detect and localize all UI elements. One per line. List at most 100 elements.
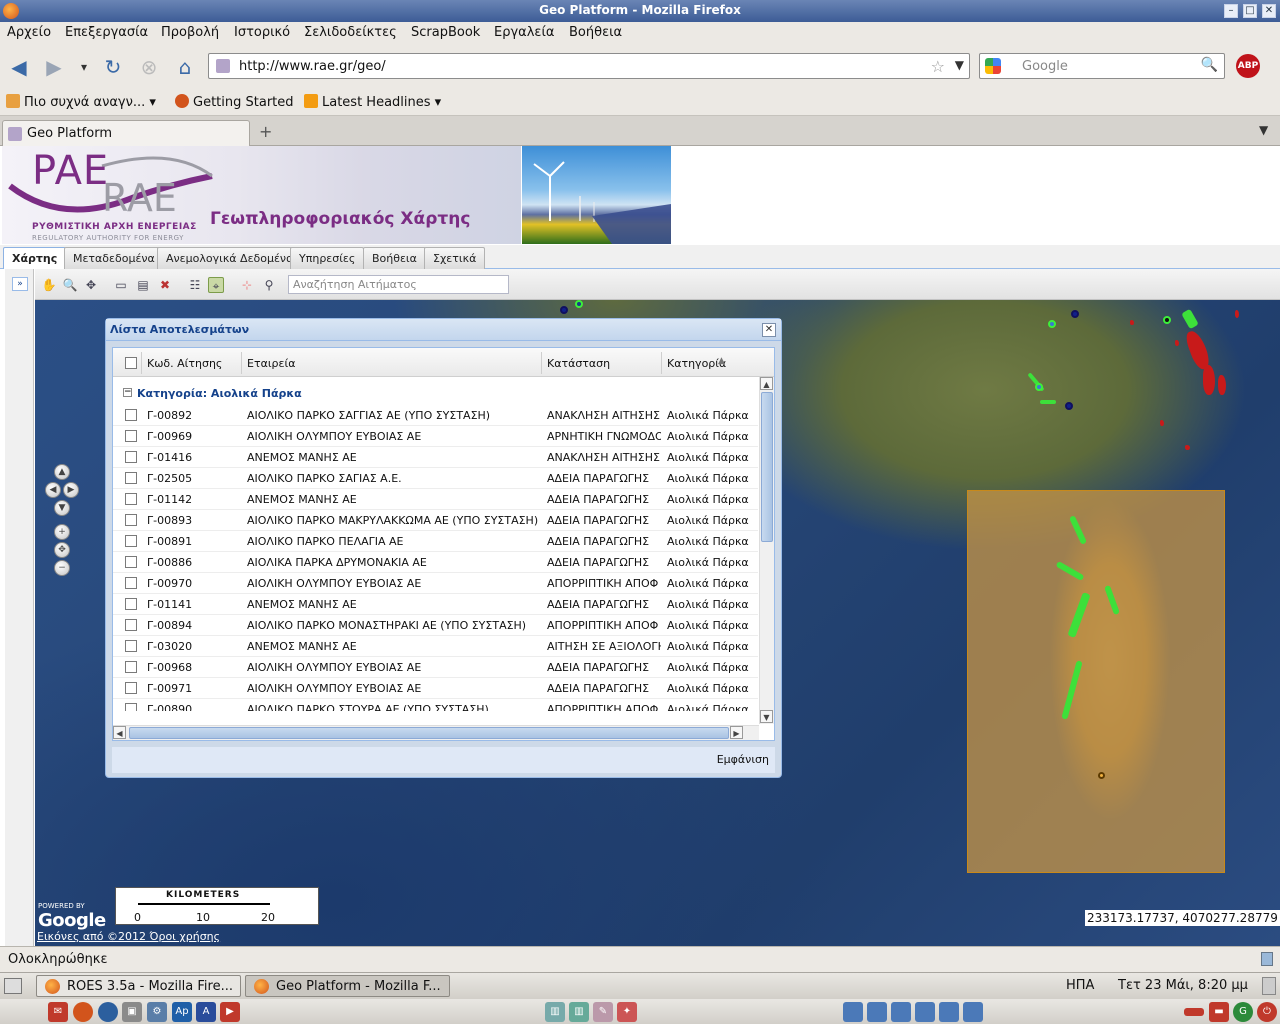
horizontal-scrollbar[interactable]: ◀ ▶ [113,725,759,740]
station-marker[interactable] [1065,402,1073,410]
keyboard-layout[interactable]: ΗΠΑ [1066,978,1094,993]
zoom-out-icon[interactable]: − [54,560,70,576]
task-geo-platform[interactable]: Geo Platform - Mozilla F... [245,975,450,997]
workspace-2-icon[interactable] [867,1002,887,1022]
permit-area-polygon[interactable] [1160,420,1164,426]
row-checkbox[interactable] [125,493,137,505]
group-row[interactable]: − Κατηγορία: Αιολικά Πάρκα [113,384,758,402]
table-row[interactable]: Γ-00886 ΑΙΟΛΙΚΑ ΠΑΡΚΑ ΔΡΥΜΟΝΑΚΙΑ ΑΕ ΑΔΕΙΑ … [113,552,758,573]
app-launcher-icon[interactable]: ▶ [220,1002,240,1022]
menu-edit[interactable]: Επεξεργασία [65,25,148,40]
clear-measure-icon[interactable]: ✖ [157,277,173,293]
tab-list-icon[interactable]: ▼ [1259,123,1268,137]
app-tab-wind-data[interactable]: Ανεμολογικά Δεδομένα [157,247,303,269]
table-row[interactable]: Γ-01141 ΑΝΕΜΟΣ ΜΑΝΗΣ ΑΕ ΑΔΕΙΑ ΠΑΡΑΓΩΓΗΣ Αιο… [113,594,758,615]
app-tab-help[interactable]: Βοήθεια [363,247,426,269]
terms-of-use-link[interactable]: Όροι χρήσης [150,930,221,943]
request-search-input[interactable]: Αναζήτηση Αιτήματος [288,275,509,294]
row-checkbox[interactable] [125,682,137,694]
bookmark-most-visited[interactable]: Πιο συχνά αναγν... ▾ [6,94,156,110]
stop-icon[interactable]: ⊗ [137,55,161,79]
measure-distance-icon[interactable]: ▭ [113,277,129,293]
table-row[interactable]: Γ-00893 ΑΙΟΛΙΚΟ ΠΑΡΚΟ ΜΑΚΡΥΛΑΚΚΩΜΑ ΑΕ (ΥΠ… [113,510,758,531]
row-checkbox[interactable] [125,535,137,547]
show-button[interactable]: Εμφάνιση [717,753,769,766]
select-all-checkbox[interactable] [125,357,137,369]
show-desktop-icon[interactable] [4,978,22,994]
app-launcher-icon[interactable]: ▣ [122,1002,142,1022]
workspace-4-icon[interactable] [915,1002,935,1022]
row-checkbox[interactable] [125,451,137,463]
permit-area-polygon[interactable] [1175,340,1179,346]
permit-area-polygon[interactable] [1235,310,1239,318]
table-row[interactable]: Γ-00970 ΑΙΟΛΙΚΗ ΟΛΥΜΠΟΥ ΕΥΒΟΙΑΣ ΑΕ ΑΠΟΡΡΙΠ… [113,573,758,594]
menu-bookmarks[interactable]: Σελιδοδείκτες [304,25,397,40]
ane-launcher-icon[interactable]: A [196,1002,216,1022]
zoom-box-icon[interactable]: 🔍 [62,277,78,293]
row-checkbox[interactable] [125,619,137,631]
expand-panel-icon[interactable]: » [12,277,28,291]
menu-file[interactable]: Αρχείο [7,25,51,40]
app-launcher-icon[interactable]: ▥ [569,1002,589,1022]
clock[interactable]: Τετ 23 Μάι, 8:20 μμ [1118,978,1248,993]
menu-view[interactable]: Προβολή [161,25,219,40]
query-icon[interactable]: ⚲ [261,277,277,293]
scroll-right-icon[interactable]: ▶ [730,726,743,739]
workspace-6-icon[interactable] [963,1002,983,1022]
table-row[interactable]: Γ-00894 ΑΙΟΛΙΚΟ ΠΑΡΚΟ ΜΟΝΑΣΤΗΡΑΚΙ ΑΕ (ΥΠΟ… [113,615,758,636]
identify-icon[interactable]: ☷ [187,277,203,293]
scroll-left-icon[interactable]: ◀ [113,726,126,739]
bookmark-getting-started[interactable]: Getting Started [175,94,294,110]
scroll-down-icon[interactable]: ▼ [760,710,773,723]
row-checkbox[interactable] [125,661,137,673]
menu-scrapbook[interactable]: ScrapBook [411,25,480,40]
permit-area-polygon[interactable] [1203,365,1215,395]
app-launcher-icon[interactable]: ▬ [1209,1002,1229,1022]
table-row[interactable]: Γ-03020 ΑΝΕΜΟΣ ΜΑΝΗΣ ΑΕ ΑΙΤΗΣΗ ΣΕ ΑΞΙΟΛΟΓΗ… [113,636,758,657]
row-checkbox[interactable] [125,472,137,484]
app-launcher-icon[interactable]: G [1233,1002,1253,1022]
wind-park-polygon[interactable] [1181,308,1199,330]
station-marker[interactable] [1163,316,1171,324]
maximize-button[interactable]: □ [1243,4,1257,18]
row-checkbox[interactable] [125,640,137,652]
permit-area-polygon[interactable] [1185,445,1190,450]
row-checkbox[interactable] [125,430,137,442]
app-tab-metadata[interactable]: Μεταδεδομένα [64,247,164,269]
row-checkbox[interactable] [125,577,137,589]
task-roes[interactable]: ROES 3.5a - Mozilla Fire... [36,975,241,997]
app-launcher-icon[interactable]: ▥ [545,1002,565,1022]
url-bar[interactable]: http://www.rae.gr/geo/ ☆ ▼ [208,53,970,79]
locate-point-icon[interactable]: ⊹ [239,277,255,293]
table-row[interactable]: Γ-01142 ΑΝΕΜΟΣ ΜΑΝΗΣ ΑΕ ΑΔΕΙΑ ΠΑΡΑΓΩΓΗΣ Αιο… [113,489,758,510]
forward-icon[interactable]: ▶ [42,55,66,79]
permit-area-polygon[interactable] [1130,320,1134,325]
horizontal-scroll-thumb[interactable] [129,727,729,739]
station-marker[interactable] [560,306,568,314]
table-row[interactable]: Γ-01416 ΑΝΕΜΟΣ ΜΑΝΗΣ ΑΕ ΑΝΑΚΛΗΣΗ ΑΙΤΗΣΗΣ Αι… [113,447,758,468]
tray-icon[interactable] [1262,977,1276,995]
bookmark-star-icon[interactable]: ☆ [931,57,945,76]
tab-geo-platform[interactable]: Geo Platform [2,120,250,146]
select-feature-icon[interactable]: ⌖ [208,277,224,293]
close-icon[interactable]: ✕ [762,323,776,337]
row-checkbox[interactable] [125,514,137,526]
column-header-company[interactable]: Εταιρεία [247,357,295,370]
app-tab-map[interactable]: Χάρτης [3,247,67,269]
table-row[interactable]: Γ-00968 ΑΙΟΛΙΚΗ ΟΛΥΜΠΟΥ ΕΥΒΟΙΑΣ ΑΕ ΑΔΕΙΑ Π… [113,657,758,678]
pan-east-icon[interactable]: ▶ [63,482,79,498]
zoom-extent-icon[interactable]: ✥ [83,277,99,293]
firefox-launcher-icon[interactable] [73,1002,93,1022]
pan-north-icon[interactable]: ▲ [54,464,70,480]
wind-park-polygon[interactable] [1040,400,1056,404]
table-row[interactable]: Γ-00890 ΑΙΟΛΙΚΟ ΠΑΡΚΟ ΣΤΟΥΡΑ ΑΕ (ΥΠΟ ΣΥΣΤ… [113,699,758,711]
column-header-code[interactable]: Κωδ. Αίτησης [147,357,222,370]
app-tab-services[interactable]: Υπηρεσίες [290,247,365,269]
station-marker[interactable] [1098,772,1105,779]
vertical-scrollbar[interactable]: ▲ ▼ [759,377,774,724]
app-launcher-icon[interactable]: ✎ [593,1002,613,1022]
scroll-up-icon[interactable]: ▲ [760,377,773,390]
app-launcher-icon[interactable] [1184,1008,1204,1016]
menu-help[interactable]: Βοήθεια [569,25,622,40]
minimize-button[interactable]: – [1224,4,1238,18]
